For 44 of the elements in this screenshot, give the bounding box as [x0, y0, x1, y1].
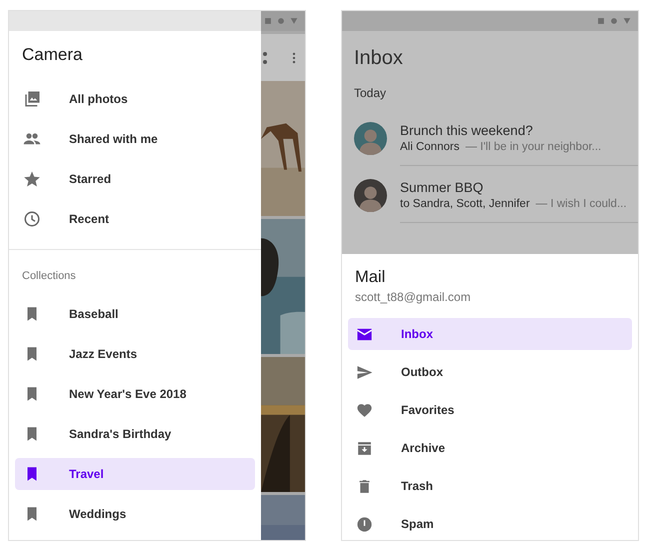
- menu-item[interactable]: Inbox: [348, 318, 632, 350]
- message-subject: Brunch this weekend?: [400, 123, 534, 138]
- section-heading: Today: [353, 85, 388, 102]
- drawer-item[interactable]: Baseball: [15, 298, 255, 330]
- message-sender: Ali Connors: [400, 141, 460, 153]
- archive-icon: [356, 440, 373, 456]
- drawer-item[interactable]: Jazz Events: [15, 338, 255, 370]
- alert-icon: [356, 516, 373, 532]
- send-icon: [356, 364, 373, 380]
- menu-item[interactable]: Archive: [348, 432, 632, 464]
- circle-icon: [609, 16, 619, 26]
- drawer-item[interactable]: Starred: [15, 163, 255, 195]
- drawer-item[interactable]: All photos: [15, 83, 255, 115]
- account-email: scott_t88@gmail.com: [354, 290, 472, 304]
- menu-item[interactable]: Spam: [348, 508, 632, 540]
- message-preview: — I wish I could...: [536, 198, 627, 210]
- avatar-icon: [354, 178, 387, 212]
- section-heading: Collections: [21, 269, 77, 284]
- drawer-item[interactable]: Sandra's Birthday: [15, 418, 255, 450]
- drawer-title: Camera: [21, 44, 84, 66]
- clock-icon: [23, 210, 41, 228]
- square-icon: [263, 16, 273, 26]
- avatar-icon: [354, 122, 387, 154]
- signal-icon: [289, 16, 299, 26]
- message-subject: Summer BBQ: [400, 180, 484, 195]
- sheet-title: Mail: [354, 268, 386, 287]
- square-icon: [596, 16, 606, 26]
- signal-icon: [622, 16, 632, 26]
- heart-icon: [356, 402, 373, 418]
- message-sender: to Sandra, Scott, Jennifer: [400, 198, 530, 210]
- circle-icon: [276, 16, 286, 26]
- drawer-item[interactable]: Recent: [15, 203, 255, 235]
- menu-item[interactable]: Outbox: [348, 356, 632, 388]
- drawer-item[interactable]: Travel: [15, 458, 255, 490]
- drawer-item[interactable]: Weddings: [15, 498, 255, 530]
- drawer-item[interactable]: New Year's Eve 2018: [15, 378, 255, 410]
- page-title: Inbox: [353, 46, 404, 71]
- menu-item[interactable]: Favorites: [348, 394, 632, 426]
- star-icon: [23, 170, 41, 188]
- photos-icon: [23, 90, 41, 108]
- dots-icon: [263, 52, 267, 64]
- message-preview: — I'll be in your neighbor...: [465, 141, 602, 153]
- menu-item[interactable]: Trash: [348, 470, 632, 502]
- drawer-item[interactable]: Shared with me: [15, 123, 255, 155]
